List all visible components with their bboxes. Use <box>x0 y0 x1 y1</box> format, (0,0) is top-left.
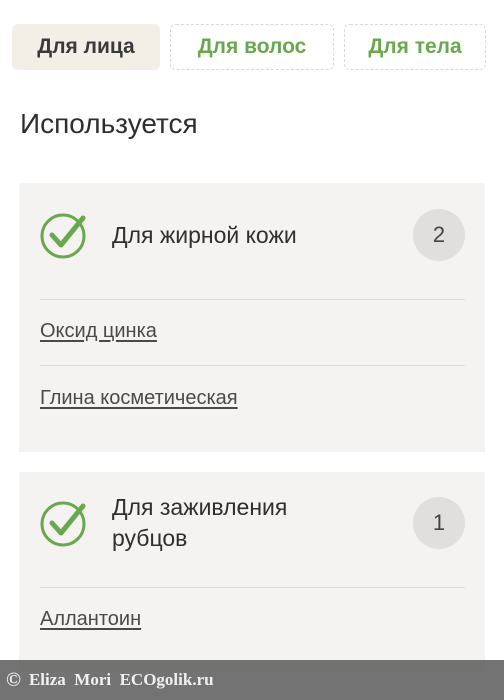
tab-body[interactable]: Для тела <box>344 24 486 70</box>
count-badge: 1 <box>413 497 465 549</box>
watermark-footer: © Eliza Mori ECOgolik.ru <box>0 660 504 700</box>
divider <box>40 299 465 300</box>
divider <box>40 365 465 366</box>
count-badge: 2 <box>413 209 465 261</box>
usage-card-scar-healing: Для заживления рубцов 1 Аллантоин <box>19 472 485 672</box>
card-title: Для жирной кожи <box>112 222 297 248</box>
checkmark-circle-icon <box>40 501 86 547</box>
usage-card-oily-skin: Для жирной кожи 2 Оксид цинка Глина косм… <box>19 183 485 452</box>
tab-hair[interactable]: Для волос <box>170 24 334 70</box>
card-title: Для заживления рубцов <box>112 492 287 554</box>
ingredient-link[interactable]: Глина косметическая <box>40 387 238 410</box>
card-title-line1: Для заживления <box>112 494 288 520</box>
section-title: Используется <box>20 108 198 139</box>
ingredient-link[interactable]: Аллантоин <box>40 608 141 631</box>
divider <box>40 587 465 588</box>
checkmark-circle-icon <box>40 213 86 259</box>
watermark-text: Eliza Mori ECOgolik.ru <box>28 670 214 689</box>
ingredient-link[interactable]: Оксид цинка <box>40 320 157 343</box>
copyright-symbol: © <box>6 668 21 691</box>
card-title-line2: рубцов <box>112 525 188 551</box>
category-tabs: Для лица Для волос Для тела <box>12 24 486 70</box>
tab-face[interactable]: Для лица <box>12 24 160 70</box>
